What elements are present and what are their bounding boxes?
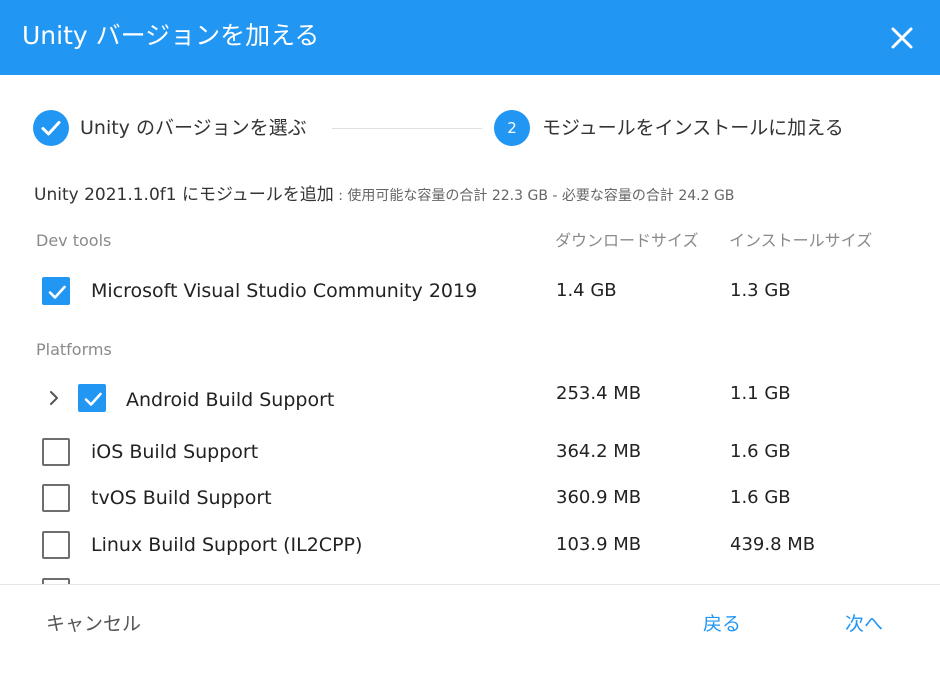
- step-1-label: Unity のバージョンを選ぶ: [80, 117, 307, 139]
- module-summary: Unity 2021.1.0f1 にモジュールを追加 : 使用可能な容量の合計 …: [34, 180, 734, 211]
- install-size: 1.3 GB: [730, 280, 791, 301]
- module-row-ios: iOS Build Support 364.2 MB 1.6 GB: [0, 432, 940, 472]
- download-size: 364.2 MB: [556, 441, 642, 462]
- stepper: Unity のバージョンを選ぶ 2 モジュールをインストールに加える: [0, 106, 940, 150]
- step-2-label: モジュールをインストールに加える: [542, 117, 844, 139]
- module-row-tvos: tvOS Build Support 360.9 MB 1.6 GB: [0, 478, 940, 518]
- checkbox-ios[interactable]: [42, 438, 70, 466]
- module-name: Microsoft Visual Studio Community 2019: [91, 280, 478, 302]
- cancel-button[interactable]: キャンセル: [46, 606, 141, 642]
- dialog-header: Unity バージョンを加える: [0, 0, 940, 75]
- module-row-visual-studio: Microsoft Visual Studio Community 2019 1…: [0, 271, 940, 311]
- download-size: 253.4 MB: [556, 383, 642, 404]
- checkmark-icon: [84, 392, 102, 406]
- module-row-linux-il2cpp: Linux Build Support (IL2CPP) 103.9 MB 43…: [0, 525, 940, 565]
- section-dev-tools: Dev tools: [36, 231, 112, 250]
- checkbox-tvos[interactable]: [42, 484, 70, 512]
- column-download-size: ダウンロードサイズ: [555, 231, 699, 250]
- install-size: 1.1 GB: [730, 383, 791, 404]
- checkmark-icon: [48, 285, 66, 299]
- module-name: tvOS Build Support: [91, 487, 272, 509]
- dialog-title: Unity バージョンを加える: [22, 21, 320, 50]
- back-button[interactable]: 戻る: [703, 606, 741, 642]
- section-platforms: Platforms: [36, 340, 112, 359]
- next-button[interactable]: 次へ: [845, 606, 883, 642]
- step-connector: [332, 128, 482, 129]
- summary-target: Unity 2021.1.0f1 にモジュールを追加: [34, 185, 334, 205]
- module-name: Android Build Support: [126, 389, 335, 411]
- checkbox-android[interactable]: [78, 384, 106, 412]
- install-size: 1.6 GB: [730, 487, 791, 508]
- module-row-android: Android Build Support 253.4 MB 1.1 GB: [0, 378, 940, 418]
- close-icon[interactable]: [888, 24, 916, 52]
- step-2-badge: 2: [494, 110, 530, 146]
- install-size: 439.8 MB: [730, 534, 816, 555]
- column-install-size: インストールサイズ: [729, 231, 873, 250]
- step-1-done-icon: [33, 110, 69, 146]
- module-name: iOS Build Support: [91, 441, 259, 463]
- module-name: Linux Build Support (IL2CPP): [91, 534, 363, 556]
- install-size: 1.6 GB: [730, 441, 791, 462]
- summary-disk-space: : 使用可能な容量の合計 22.3 GB - 必要な容量の合計 24.2 GB: [333, 188, 735, 204]
- module-row-partial: [0, 572, 940, 584]
- checkbox-visual-studio[interactable]: [42, 277, 70, 305]
- footer-divider: [0, 584, 940, 585]
- checkbox-linux-il2cpp[interactable]: [42, 531, 70, 559]
- module-list[interactable]: Dev tools ダウンロードサイズ インストールサイズ Microsoft …: [0, 220, 940, 584]
- chevron-right-icon[interactable]: [44, 388, 64, 408]
- download-size: 1.4 GB: [556, 280, 617, 301]
- download-size: 103.9 MB: [556, 534, 642, 555]
- download-size: 360.9 MB: [556, 487, 642, 508]
